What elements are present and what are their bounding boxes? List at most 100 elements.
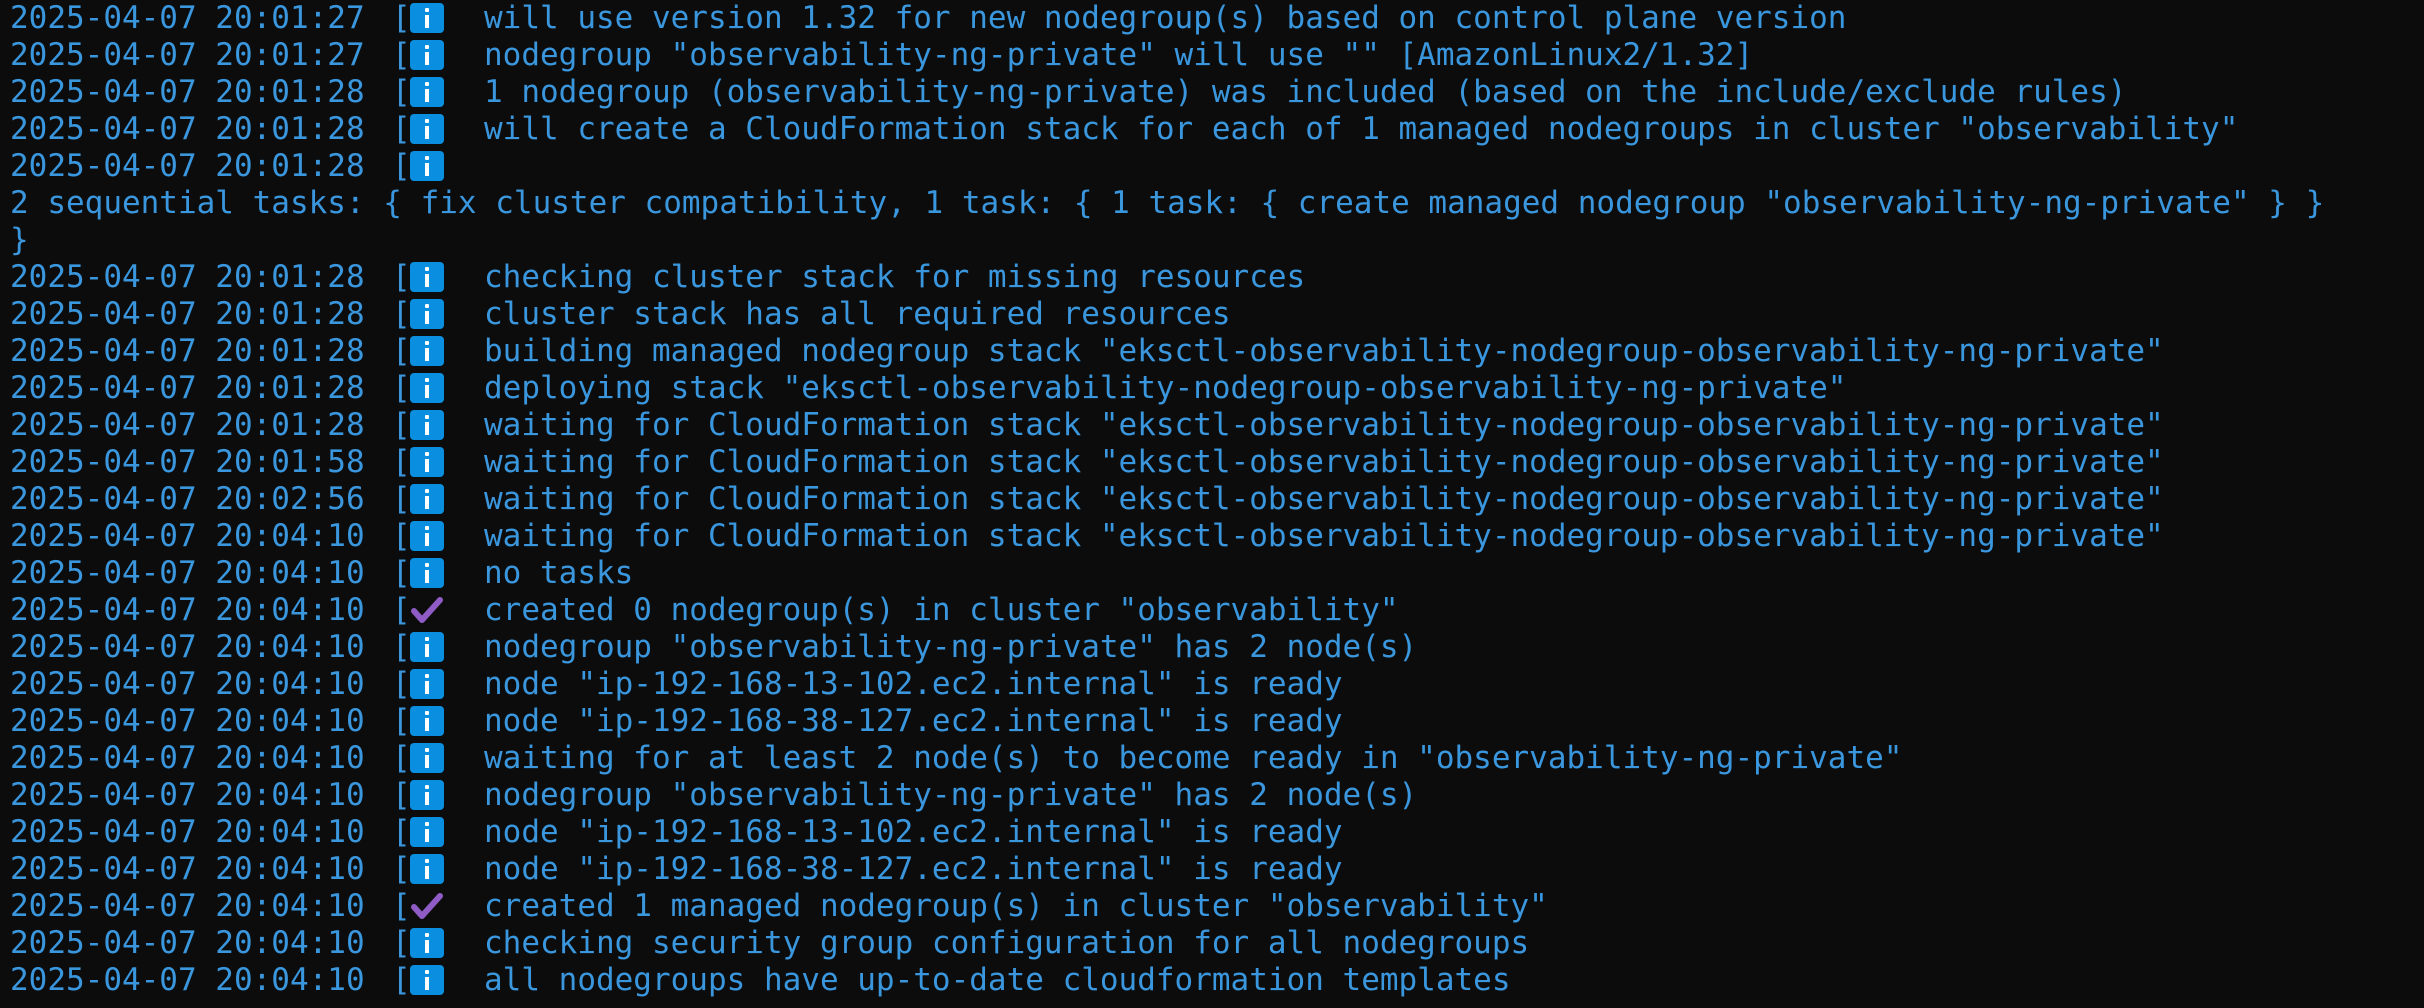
log-timestamp: 2025-04-07 20:04:10 [10,629,365,665]
log-timestamp: 2025-04-07 20:01:28 [10,259,365,295]
bracket: [ [392,407,411,443]
bracket: [ [392,777,411,813]
log-message: waiting for CloudFormation stack "eksctl… [484,481,2164,517]
log-timestamp: 2025-04-07 20:04:10 [10,851,365,887]
log-line: 2025-04-07 20:04:10 [ waiting for CloudFor… [10,518,2420,555]
bracket: [ [392,888,411,924]
log-line: 2025-04-07 20:01:28 [ cluster stack has al… [10,296,2420,333]
log-line: 2025-04-07 20:04:10 [ nodegroup "observabi… [10,629,2420,666]
info-icon [410,854,444,884]
log-line: 2025-04-07 20:04:10 [ checking security gr… [10,925,2420,962]
log-timestamp: 2025-04-07 20:04:10 [10,518,365,554]
log-line: 2025-04-07 20:04:10 [waiting for at least… [10,740,2420,777]
log-message: waiting for CloudFormation stack "eksctl… [484,444,2164,480]
info-icon [410,40,444,70]
info-icon [410,151,444,181]
log-line: 2025-04-07 20:04:10 [ nodegroup "observabi… [10,777,2420,814]
bracket: [ [392,296,411,332]
log-message: node "ip-192-168-38-127.ec2.internal" is… [484,703,1343,739]
bracket: [ [392,370,411,406]
info-icon [410,928,444,958]
log-timestamp: 2025-04-07 20:01:28 [10,407,365,443]
bracket: [ [392,555,411,591]
log-message: waiting for CloudFormation stack "eksctl… [484,518,2164,554]
log-message: checking security group configuration fo… [484,925,1530,961]
bracket: [ [392,481,411,517]
info-icon [410,77,444,107]
log-text: } [10,222,29,258]
log-message: 1 nodegroup (observability-ng-private) w… [484,74,2127,110]
log-line: 2025-04-07 20:04:10 [ created 1 managed no… [10,888,2420,925]
bracket: [ [392,851,411,887]
bracket: [ [392,0,411,36]
log-timestamp: 2025-04-07 20:04:10 [10,888,365,924]
log-message: deploying stack "eksctl-observability-no… [484,370,1847,406]
log-timestamp: 2025-04-07 20:04:10 [10,666,365,702]
log-timestamp: 2025-04-07 20:01:28 [10,148,365,184]
log-line: 2025-04-07 20:01:28 [waiting for CloudFor… [10,407,2420,444]
bracket: [ [392,629,411,665]
log-line: 2025-04-07 20:01:28 [ will create a CloudF… [10,111,2420,148]
bracket: [ [392,703,411,739]
bracket: [ [392,111,411,147]
bracket: [ [392,925,411,961]
log-message: nodegroup "observability-ng-private" has… [484,777,1418,813]
log-timestamp: 2025-04-07 20:04:10 [10,703,365,739]
info-icon [410,484,444,514]
info-icon [410,336,444,366]
info-icon [410,373,444,403]
log-timestamp: 2025-04-07 20:01:28 [10,111,365,147]
log-message: node "ip-192-168-13-102.ec2.internal" is… [484,666,1343,702]
log-message: building managed nodegroup stack "eksctl… [484,333,2164,369]
log-line: 2025-04-07 20:04:10 [node "ip-192-168-38-… [10,851,2420,888]
info-icon [410,3,444,33]
log-timestamp: 2025-04-07 20:01:27 [10,37,365,73]
bracket: [ [392,740,411,776]
bracket: [ [392,518,411,554]
log-timestamp: 2025-04-07 20:04:10 [10,777,365,813]
terminal-output[interactable]: 2025-04-07 20:01:27 [ will use version 1.3… [0,0,2424,1008]
log-line: 2025-04-07 20:04:10 [node "ip-192-168-13-… [10,666,2420,703]
log-line: 2025-04-07 20:01:58 [waiting for CloudFor… [10,444,2420,481]
check-icon [410,891,444,921]
log-timestamp: 2025-04-07 20:04:10 [10,555,365,591]
info-icon [410,114,444,144]
log-text: 2 sequential tasks: { fix cluster compat… [10,185,2325,221]
log-message: node "ip-192-168-13-102.ec2.internal" is… [484,814,1343,850]
info-icon [410,669,444,699]
log-message: cluster stack has all required resources [484,296,1231,332]
log-timestamp: 2025-04-07 20:01:28 [10,74,365,110]
log-line: 2025-04-07 20:01:27 [ will use version 1.3… [10,0,2420,37]
log-line: } [10,222,2420,259]
info-icon [410,743,444,773]
bracket: [ [392,333,411,369]
info-icon [410,706,444,736]
info-icon [410,410,444,440]
log-message: waiting for at least 2 node(s) to become… [484,740,1903,776]
log-timestamp: 2025-04-07 20:02:56 [10,481,365,517]
bracket: [ [392,592,411,628]
check-icon [410,595,444,625]
log-line: 2025-04-07 20:01:27 [nodegroup "observabi… [10,37,2420,74]
log-timestamp: 2025-04-07 20:04:10 [10,814,365,850]
bracket: [ [392,444,411,480]
info-icon [410,965,444,995]
log-message: nodegroup "observability-ng-private" has… [484,629,1418,665]
log-line: 2025-04-07 20:04:10 [all nodegroups have … [10,962,2420,999]
log-message: created 1 managed nodegroup(s) in cluste… [484,888,1548,924]
log-message: will use version 1.32 for new nodegroup(… [484,0,1847,36]
log-timestamp: 2025-04-07 20:04:10 [10,925,365,961]
log-timestamp: 2025-04-07 20:04:10 [10,962,365,998]
log-message: nodegroup "observability-ng-private" wil… [484,37,1754,73]
info-icon [410,447,444,477]
log-timestamp: 2025-04-07 20:01:27 [10,0,365,36]
log-timestamp: 2025-04-07 20:01:28 [10,296,365,332]
log-line: 2025-04-07 20:01:28 [ [10,148,2420,185]
log-message: will create a CloudFormation stack for e… [484,111,2239,147]
log-message: no tasks [484,555,634,591]
log-timestamp: 2025-04-07 20:01:28 [10,333,365,369]
bracket: [ [392,962,411,998]
info-icon [410,558,444,588]
info-icon [410,262,444,292]
log-line: 2025-04-07 20:01:28 [ building managed nod… [10,333,2420,370]
